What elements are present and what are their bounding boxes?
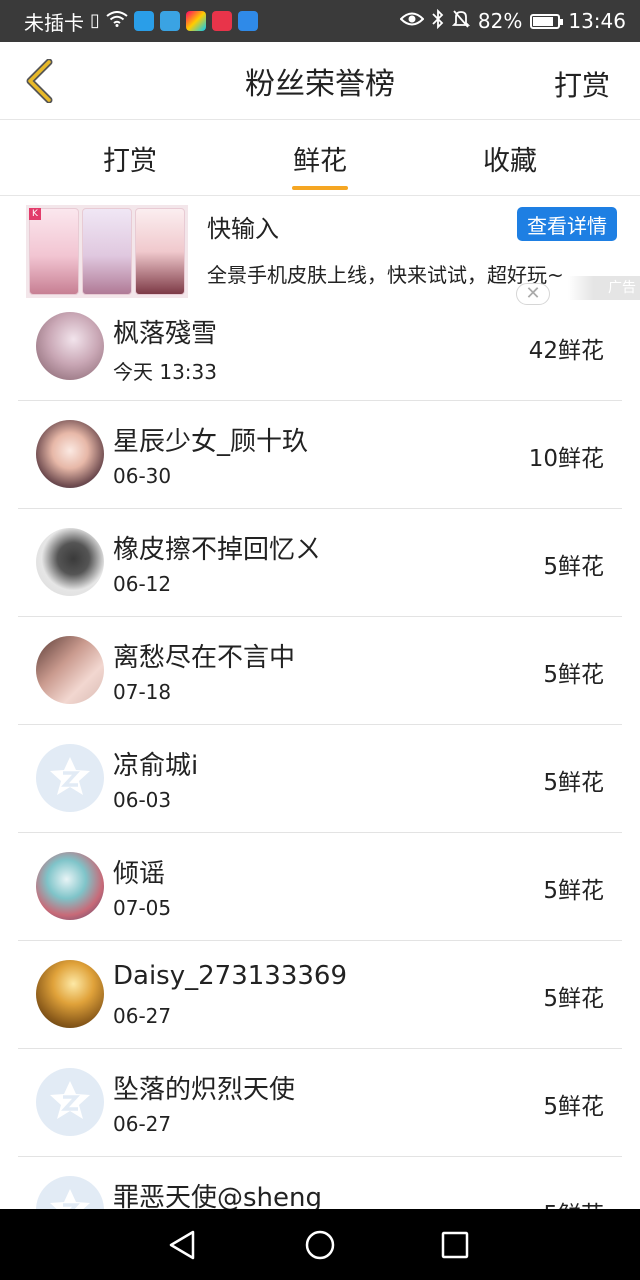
list-item[interactable]: 坠落的炽烈天使 06-27 5鲜花 xyxy=(0,1049,640,1157)
reward-button[interactable]: 打赏 xyxy=(554,64,610,104)
default-avatar-icon xyxy=(50,757,90,795)
list-item[interactable]: Daisy_273133369 06-27 5鲜花 xyxy=(0,941,640,1049)
avatar xyxy=(36,1176,104,1209)
ad-label: 广告 xyxy=(568,276,640,300)
ad-close-button[interactable]: ✕ xyxy=(516,283,550,305)
wifi-icon xyxy=(106,11,128,31)
fan-date: 06-03 xyxy=(113,788,172,812)
fan-date: 06-27 xyxy=(113,1112,172,1136)
ad-phone-preview xyxy=(29,208,79,295)
ad-phone-preview xyxy=(135,208,185,295)
avatar xyxy=(36,528,104,596)
avatar xyxy=(36,636,104,704)
avatar xyxy=(36,744,104,812)
clock: 13:46 xyxy=(568,9,626,33)
tab-favorites[interactable]: 收藏 xyxy=(440,121,580,196)
tab-label: 打赏 xyxy=(103,146,157,177)
avatar xyxy=(36,852,104,920)
app-header: 粉丝荣誉榜 打赏 xyxy=(0,42,640,120)
flower-count: 10鲜花 xyxy=(528,446,604,472)
list-item[interactable]: 离愁尽在不言中 07-18 5鲜花 xyxy=(0,617,640,725)
flower-count: 5鲜花 xyxy=(543,554,604,580)
flower-count: 5鲜花 xyxy=(543,878,604,904)
reader-app-icon xyxy=(211,11,232,31)
nav-home-button[interactable] xyxy=(298,1223,342,1267)
fan-date: 06-27 xyxy=(113,1004,172,1028)
fan-name: Daisy_273133369 xyxy=(113,961,347,991)
telegram-icon xyxy=(159,11,180,31)
bluetooth-icon xyxy=(432,8,444,33)
list-item[interactable]: 罪恶天使@sheng 5鲜花 xyxy=(0,1157,640,1209)
nav-recents-button[interactable] xyxy=(433,1223,477,1267)
fan-date: 07-18 xyxy=(113,680,172,704)
ad-phone-preview xyxy=(82,208,132,295)
browser-app-icon xyxy=(237,11,258,31)
default-avatar-icon xyxy=(50,1081,90,1119)
flower-count: 5鲜花 xyxy=(543,986,604,1012)
chevron-left-icon xyxy=(26,59,53,103)
fan-name: 罪恶天使@sheng xyxy=(113,1183,323,1209)
square-recents-icon xyxy=(441,1231,469,1259)
flower-count: 5鲜花 xyxy=(543,770,604,796)
list-item[interactable]: 倾谣 07-05 5鲜花 xyxy=(0,833,640,941)
fan-date: 07-05 xyxy=(113,896,172,920)
avatar xyxy=(36,1068,104,1136)
circle-home-icon xyxy=(305,1230,335,1260)
battery-icon xyxy=(530,13,564,29)
fan-date: 06-30 xyxy=(113,464,172,488)
flower-count: 5鲜花 xyxy=(543,1094,604,1120)
tab-label: 收藏 xyxy=(483,146,537,177)
status-bar: 未插卡 ▯ 82% 13:46 xyxy=(0,0,640,42)
tab-flowers[interactable]: 鲜花 xyxy=(250,121,390,196)
list-item[interactable]: 星辰少女_顾十玖 06-30 10鲜花 xyxy=(0,401,640,509)
fan-date: 今天 13:33 xyxy=(113,360,217,384)
list-item[interactable]: 枫落殘雪 今天 13:33 42鲜花 xyxy=(0,293,640,401)
ad-description: 全景手机皮肤上线，快来试试，超好玩~ xyxy=(207,263,564,287)
ad-brand-icon: K xyxy=(29,208,41,220)
fan-date: 06-12 xyxy=(113,572,172,596)
sim-alert-icon: ▯ xyxy=(90,10,100,31)
mute-bell-icon xyxy=(451,9,471,33)
ad-details-button[interactable]: 查看详情 xyxy=(517,207,617,241)
fan-name: 枫落殘雪 xyxy=(113,319,218,349)
default-avatar-icon xyxy=(50,1189,90,1209)
app-notification-icon xyxy=(133,11,154,31)
ad-title: 快输入 xyxy=(207,215,279,243)
nav-back-button[interactable] xyxy=(160,1223,204,1267)
tab-label: 鲜花 xyxy=(293,146,347,177)
battery-percent: 82% xyxy=(477,9,523,33)
fan-name: 坠落的炽烈天使 xyxy=(113,1075,296,1105)
triangle-back-icon xyxy=(169,1230,195,1260)
fan-name: 倾谣 xyxy=(113,859,166,889)
avatar xyxy=(36,312,104,380)
carrier-text: 未插卡 xyxy=(24,10,84,35)
list-item[interactable]: 凉俞城i 06-03 5鲜花 xyxy=(0,725,640,833)
fan-list: 枫落殘雪 今天 13:33 42鲜花 星辰少女_顾十玖 06-30 10鲜花 橡… xyxy=(0,293,640,1209)
back-button[interactable] xyxy=(14,56,64,106)
eye-icon xyxy=(399,11,425,31)
fan-name: 离愁尽在不言中 xyxy=(113,643,296,673)
tab-bar: 打赏 鲜花 收藏 xyxy=(0,121,640,196)
active-tab-indicator xyxy=(292,186,348,190)
page-title: 粉丝荣誉榜 xyxy=(245,66,395,102)
avatar xyxy=(36,420,104,488)
fan-name: 凉俞城i xyxy=(113,751,199,781)
gallery-app-icon xyxy=(185,11,206,31)
avatar xyxy=(36,960,104,1028)
system-nav-bar xyxy=(0,1209,640,1280)
battery-fill xyxy=(533,16,554,26)
fan-name: 星辰少女_顾十玖 xyxy=(113,427,309,457)
list-item[interactable]: 橡皮擦不掉回忆ㄨ 06-12 5鲜花 xyxy=(0,509,640,617)
flower-count: 5鲜花 xyxy=(543,662,604,688)
tab-reward[interactable]: 打赏 xyxy=(60,121,200,196)
fan-name: 橡皮擦不掉回忆ㄨ xyxy=(113,535,322,565)
flower-count: 5鲜花 xyxy=(543,1195,604,1209)
flower-count: 42鲜花 xyxy=(528,338,604,364)
ad-image[interactable]: K xyxy=(26,205,188,298)
